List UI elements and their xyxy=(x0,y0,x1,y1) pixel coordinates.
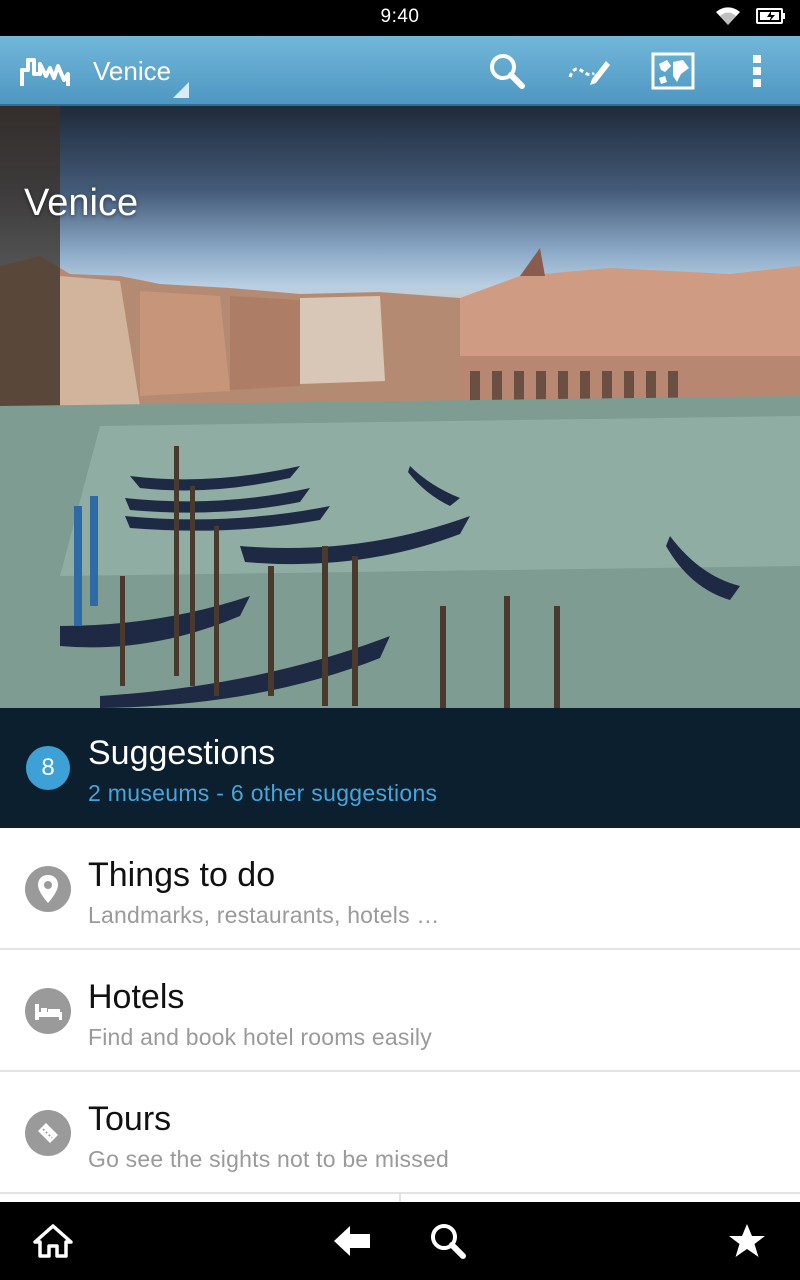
list-item-title: Tours xyxy=(88,1100,172,1138)
status-time: 9:40 xyxy=(380,6,420,27)
suggestions-count-badge: 8 xyxy=(26,746,70,790)
suggestions-subtitle: 2 museums - 6 other suggestions xyxy=(88,780,438,806)
suggestions-title: Suggestions xyxy=(88,734,276,772)
app-logo-icon[interactable] xyxy=(20,54,70,90)
status-icons xyxy=(714,6,786,30)
search-icon[interactable] xyxy=(484,48,530,94)
status-bar: 9:40 xyxy=(0,0,800,36)
spinner-caret-icon xyxy=(173,82,189,98)
action-bar: Venice xyxy=(0,36,800,106)
row-divider xyxy=(399,1194,401,1202)
hero-image[interactable]: Venice xyxy=(0,106,800,708)
list-item-hotels[interactable]: Hotels Find and book hotel rooms easily xyxy=(0,950,800,1072)
list-item-title: Hotels xyxy=(88,978,185,1016)
city-title: Venice xyxy=(93,56,172,86)
ticket-icon xyxy=(25,1110,71,1156)
map-pin-icon xyxy=(25,866,71,912)
bottom-nav-bar xyxy=(0,1202,800,1280)
overflow-menu-icon[interactable] xyxy=(734,48,780,94)
home-icon[interactable] xyxy=(31,1219,75,1263)
city-selector[interactable]: Venice xyxy=(93,36,193,106)
list-item-things-to-do[interactable]: Things to do Landmarks, restaurants, hot… xyxy=(0,828,800,950)
star-icon[interactable] xyxy=(725,1219,769,1263)
app-screen: 9:40 Venice Venice 8 Suggestions 2 museu… xyxy=(0,0,800,1280)
search-icon[interactable] xyxy=(426,1219,470,1263)
wifi-icon xyxy=(714,5,742,32)
list-item-tours[interactable]: Tours Go see the sights not to be missed xyxy=(0,1072,800,1194)
bed-icon xyxy=(25,988,71,1034)
edit-itinerary-icon[interactable] xyxy=(566,48,612,94)
list-item-title: Things to do xyxy=(88,856,276,894)
hero-title: Venice xyxy=(24,182,139,224)
back-icon[interactable] xyxy=(330,1219,374,1263)
list-item-subtitle: Find and book hotel rooms easily xyxy=(88,1024,432,1050)
list-item-subtitle: Go see the sights not to be missed xyxy=(88,1146,449,1172)
list-item-subtitle: Landmarks, restaurants, hotels … xyxy=(88,902,440,928)
battery-icon xyxy=(756,7,786,30)
map-icon[interactable] xyxy=(650,48,696,94)
